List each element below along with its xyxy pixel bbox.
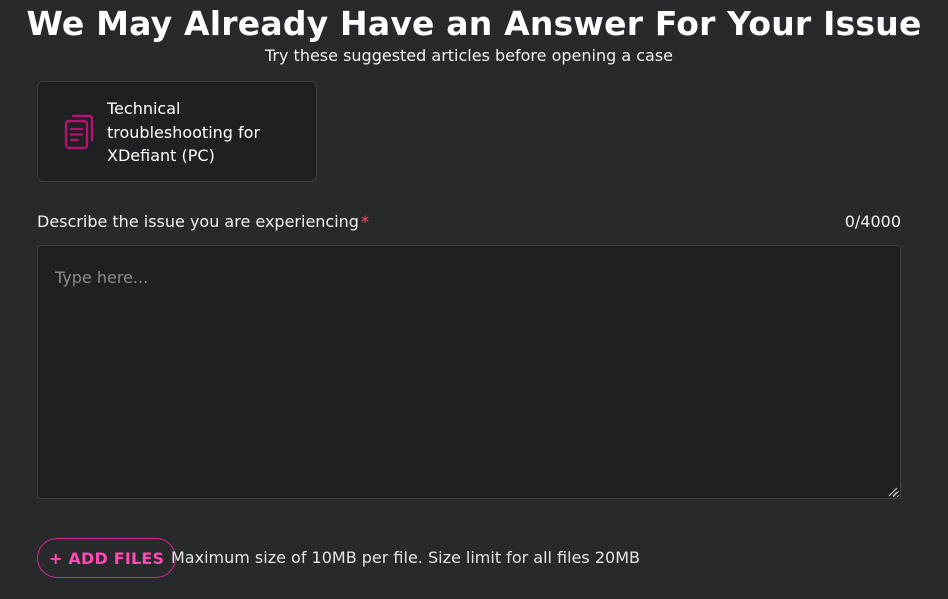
issue-description-textarea[interactable] <box>37 245 901 499</box>
suggested-article-title: Technical troubleshooting for XDefiant (… <box>107 99 261 165</box>
page-subtitle: Try these suggested articles before open… <box>264 46 674 65</box>
file-size-limit-text: Maximum size of 10MB per file. Size limi… <box>171 548 640 567</box>
suggested-article-card[interactable]: Technical troubleshooting for XDefiant (… <box>37 81 317 182</box>
issue-field-label: Describe the issue you are experiencing * <box>37 212 369 231</box>
support-case-page: We May Already Have an Answer For Your I… <box>0 0 948 599</box>
document-copy-icon <box>64 114 94 150</box>
textarea-resize-handle-icon[interactable] <box>887 486 898 497</box>
character-counter: 0/4000 <box>844 212 901 231</box>
add-files-button[interactable]: + ADD FILES <box>37 538 177 578</box>
issue-field-label-text: Describe the issue you are experiencing <box>37 212 359 231</box>
page-title: We May Already Have an Answer For Your I… <box>26 4 922 43</box>
issue-field-header: Describe the issue you are experiencing *… <box>37 212 901 234</box>
required-marker: * <box>360 212 369 231</box>
